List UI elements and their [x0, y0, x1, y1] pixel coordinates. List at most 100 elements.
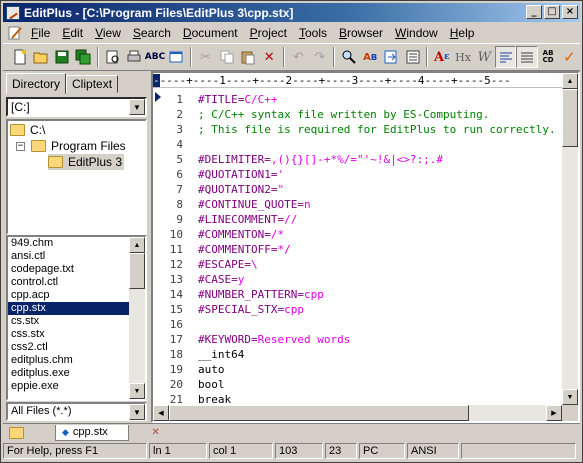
paste-icon[interactable] — [237, 46, 258, 68]
list-item[interactable]: editplus.chm — [8, 354, 145, 367]
find-icon[interactable] — [338, 46, 359, 68]
editor-horizontal-scrollbar[interactable]: ◀ ▶ — [153, 405, 562, 421]
list-item[interactable]: ansi.ctl — [8, 250, 145, 263]
save-icon[interactable] — [51, 46, 72, 68]
goto-icon[interactable] — [381, 46, 402, 68]
menu-view[interactable]: View — [89, 26, 127, 40]
scroll-up-icon[interactable]: ▲ — [129, 237, 145, 253]
editor-pane[interactable]: -----+----1----+----2----+----3----+----… — [151, 71, 580, 423]
list-item-selected[interactable]: cpp.stx — [8, 302, 145, 315]
delete-icon[interactable]: ✕ — [259, 46, 280, 68]
file-filter-select[interactable]: All Files (*.*) ▼ — [6, 402, 147, 421]
code-line[interactable]: __int64 — [197, 347, 564, 362]
scroll-thumb[interactable] — [129, 253, 145, 289]
menu-help[interactable]: Help — [444, 26, 481, 40]
title-bar[interactable]: EditPlus - [C:\Program Files\EditPlus 3\… — [3, 3, 580, 22]
scroll-thumb[interactable] — [169, 405, 469, 421]
scroll-down-icon[interactable]: ▼ — [562, 389, 578, 405]
code-line[interactable]: #QUOTATION1=' — [197, 167, 564, 182]
menu-window[interactable]: Window — [389, 26, 444, 40]
code-line[interactable]: break — [197, 392, 564, 405]
code-line[interactable]: #LINECOMMENT=// — [197, 212, 564, 227]
scroll-down-icon[interactable]: ▼ — [129, 383, 145, 399]
document-tab-cpp-stx[interactable]: ◆ cpp.stx ✕ — [55, 424, 160, 441]
scroll-left-icon[interactable]: ◀ — [153, 405, 169, 421]
maximize-button[interactable]: □ — [544, 5, 560, 19]
code-line[interactable]: ; C/C++ syntax file written by ES-Comput… — [197, 107, 564, 122]
code-line[interactable]: #NUMBER_PATTERN=cpp — [197, 287, 564, 302]
chevron-down-icon[interactable]: ▼ — [129, 404, 145, 420]
word-wrap-icon[interactable]: W — [474, 46, 495, 68]
list-item[interactable]: codepage.txt — [8, 263, 145, 276]
list-item[interactable]: 949.chm — [8, 237, 145, 250]
code-area[interactable]: #TITLE=C/C++; C/C++ syntax file written … — [197, 88, 564, 405]
close-button[interactable]: × — [562, 5, 578, 19]
menu-edit[interactable]: Edit — [56, 26, 89, 40]
code-line[interactable]: #DELIMITER=,(){}[]-+*%/="'~!&|<>?:;.# — [197, 152, 564, 167]
code-line[interactable]: #SPECIAL_STX=cpp — [197, 302, 564, 317]
ruler-toggle-icon[interactable] — [494, 46, 517, 68]
code-line[interactable]: #COMMENTOFF=*/ — [197, 242, 564, 257]
menu-search[interactable]: Search — [127, 26, 177, 40]
menu-file[interactable]: File — [25, 26, 56, 40]
list-item[interactable]: editplus.exe — [8, 367, 145, 380]
collapse-icon[interactable]: − — [16, 141, 25, 151]
replace-icon[interactable]: AB — [360, 46, 381, 68]
tree-node-editplus-3[interactable]: EditPlus 3 — [48, 154, 125, 170]
editplus-app-icon[interactable] — [6, 5, 20, 20]
list-item[interactable]: css.stx — [8, 328, 145, 341]
list-item[interactable]: eppie.exe — [8, 380, 145, 393]
drive-select[interactable]: [C:] ▼ — [6, 97, 147, 117]
code-line[interactable] — [197, 317, 564, 332]
code-line[interactable]: #TITLE=C/C++ — [197, 92, 564, 107]
list-item[interactable]: control.ctl — [8, 276, 145, 289]
code-line[interactable]: #QUOTATION2=" — [197, 182, 564, 197]
code-line[interactable]: auto — [197, 362, 564, 377]
print-preview-icon[interactable] — [102, 46, 123, 68]
chevron-down-icon[interactable]: ▼ — [129, 99, 145, 115]
hex-view-icon[interactable]: Hx — [452, 46, 473, 68]
undo-icon[interactable]: ↶ — [288, 46, 309, 68]
code-line[interactable]: ; This file is required for EditPlus to … — [197, 122, 564, 137]
list-item[interactable]: cs.stx — [8, 315, 145, 328]
save-all-icon[interactable] — [73, 46, 94, 68]
spellcheck-icon[interactable]: ABC — [144, 46, 165, 68]
tab-cliptext[interactable]: Cliptext — [66, 75, 119, 93]
list-item[interactable]: cpp.acp — [8, 289, 145, 302]
open-folder-icon[interactable] — [30, 46, 51, 68]
menu-tools[interactable]: Tools — [293, 26, 333, 40]
code-line[interactable]: #ESCAPE=\ — [197, 257, 564, 272]
menu-project[interactable]: Project — [244, 26, 293, 40]
editor-vertical-scrollbar[interactable]: ▲ ▼ — [562, 73, 578, 405]
folder-icon[interactable] — [9, 426, 24, 439]
line-number-icon[interactable] — [516, 46, 538, 68]
document-list-icon[interactable] — [402, 46, 423, 68]
file-list-scrollbar[interactable]: ▲ ▼ — [129, 237, 145, 399]
code-line[interactable]: #KEYWORD=Reserved words — [197, 332, 564, 347]
menu-document[interactable]: Document — [177, 26, 244, 40]
copy-icon[interactable] — [216, 46, 237, 68]
scroll-thumb[interactable] — [562, 89, 578, 147]
font-icon[interactable]: Aε — [431, 46, 452, 68]
scroll-up-icon[interactable]: ▲ — [562, 73, 578, 89]
scroll-right-icon[interactable]: ▶ — [546, 405, 562, 421]
new-file-icon[interactable] — [9, 46, 30, 68]
cut-icon[interactable]: ✂ — [195, 46, 216, 68]
code-line[interactable]: #CASE=y — [197, 272, 564, 287]
tree-node-c[interactable]: C:\ — [10, 122, 45, 138]
close-tab-icon[interactable]: ✕ — [151, 427, 159, 438]
code-line[interactable]: bool — [197, 377, 564, 392]
list-item[interactable]: css2.ctl — [8, 341, 145, 354]
menu-browser[interactable]: Browser — [333, 26, 389, 40]
document-pen-icon[interactable] — [7, 25, 23, 41]
checkmark-icon[interactable]: ✓ — [559, 46, 580, 68]
minimize-button[interactable]: _ — [526, 5, 542, 19]
tab-directory[interactable]: Directory — [6, 73, 67, 94]
print-icon[interactable] — [123, 46, 144, 68]
code-line[interactable]: #CONTINUE_QUOTE=n — [197, 197, 564, 212]
code-line[interactable] — [197, 137, 564, 152]
spell-abcd-icon[interactable]: AB CD — [538, 46, 559, 68]
code-line[interactable]: #COMMENTON=/* — [197, 227, 564, 242]
browser-preview-icon[interactable] — [166, 46, 187, 68]
tree-node-program-files[interactable]: − Program Files — [16, 138, 126, 154]
